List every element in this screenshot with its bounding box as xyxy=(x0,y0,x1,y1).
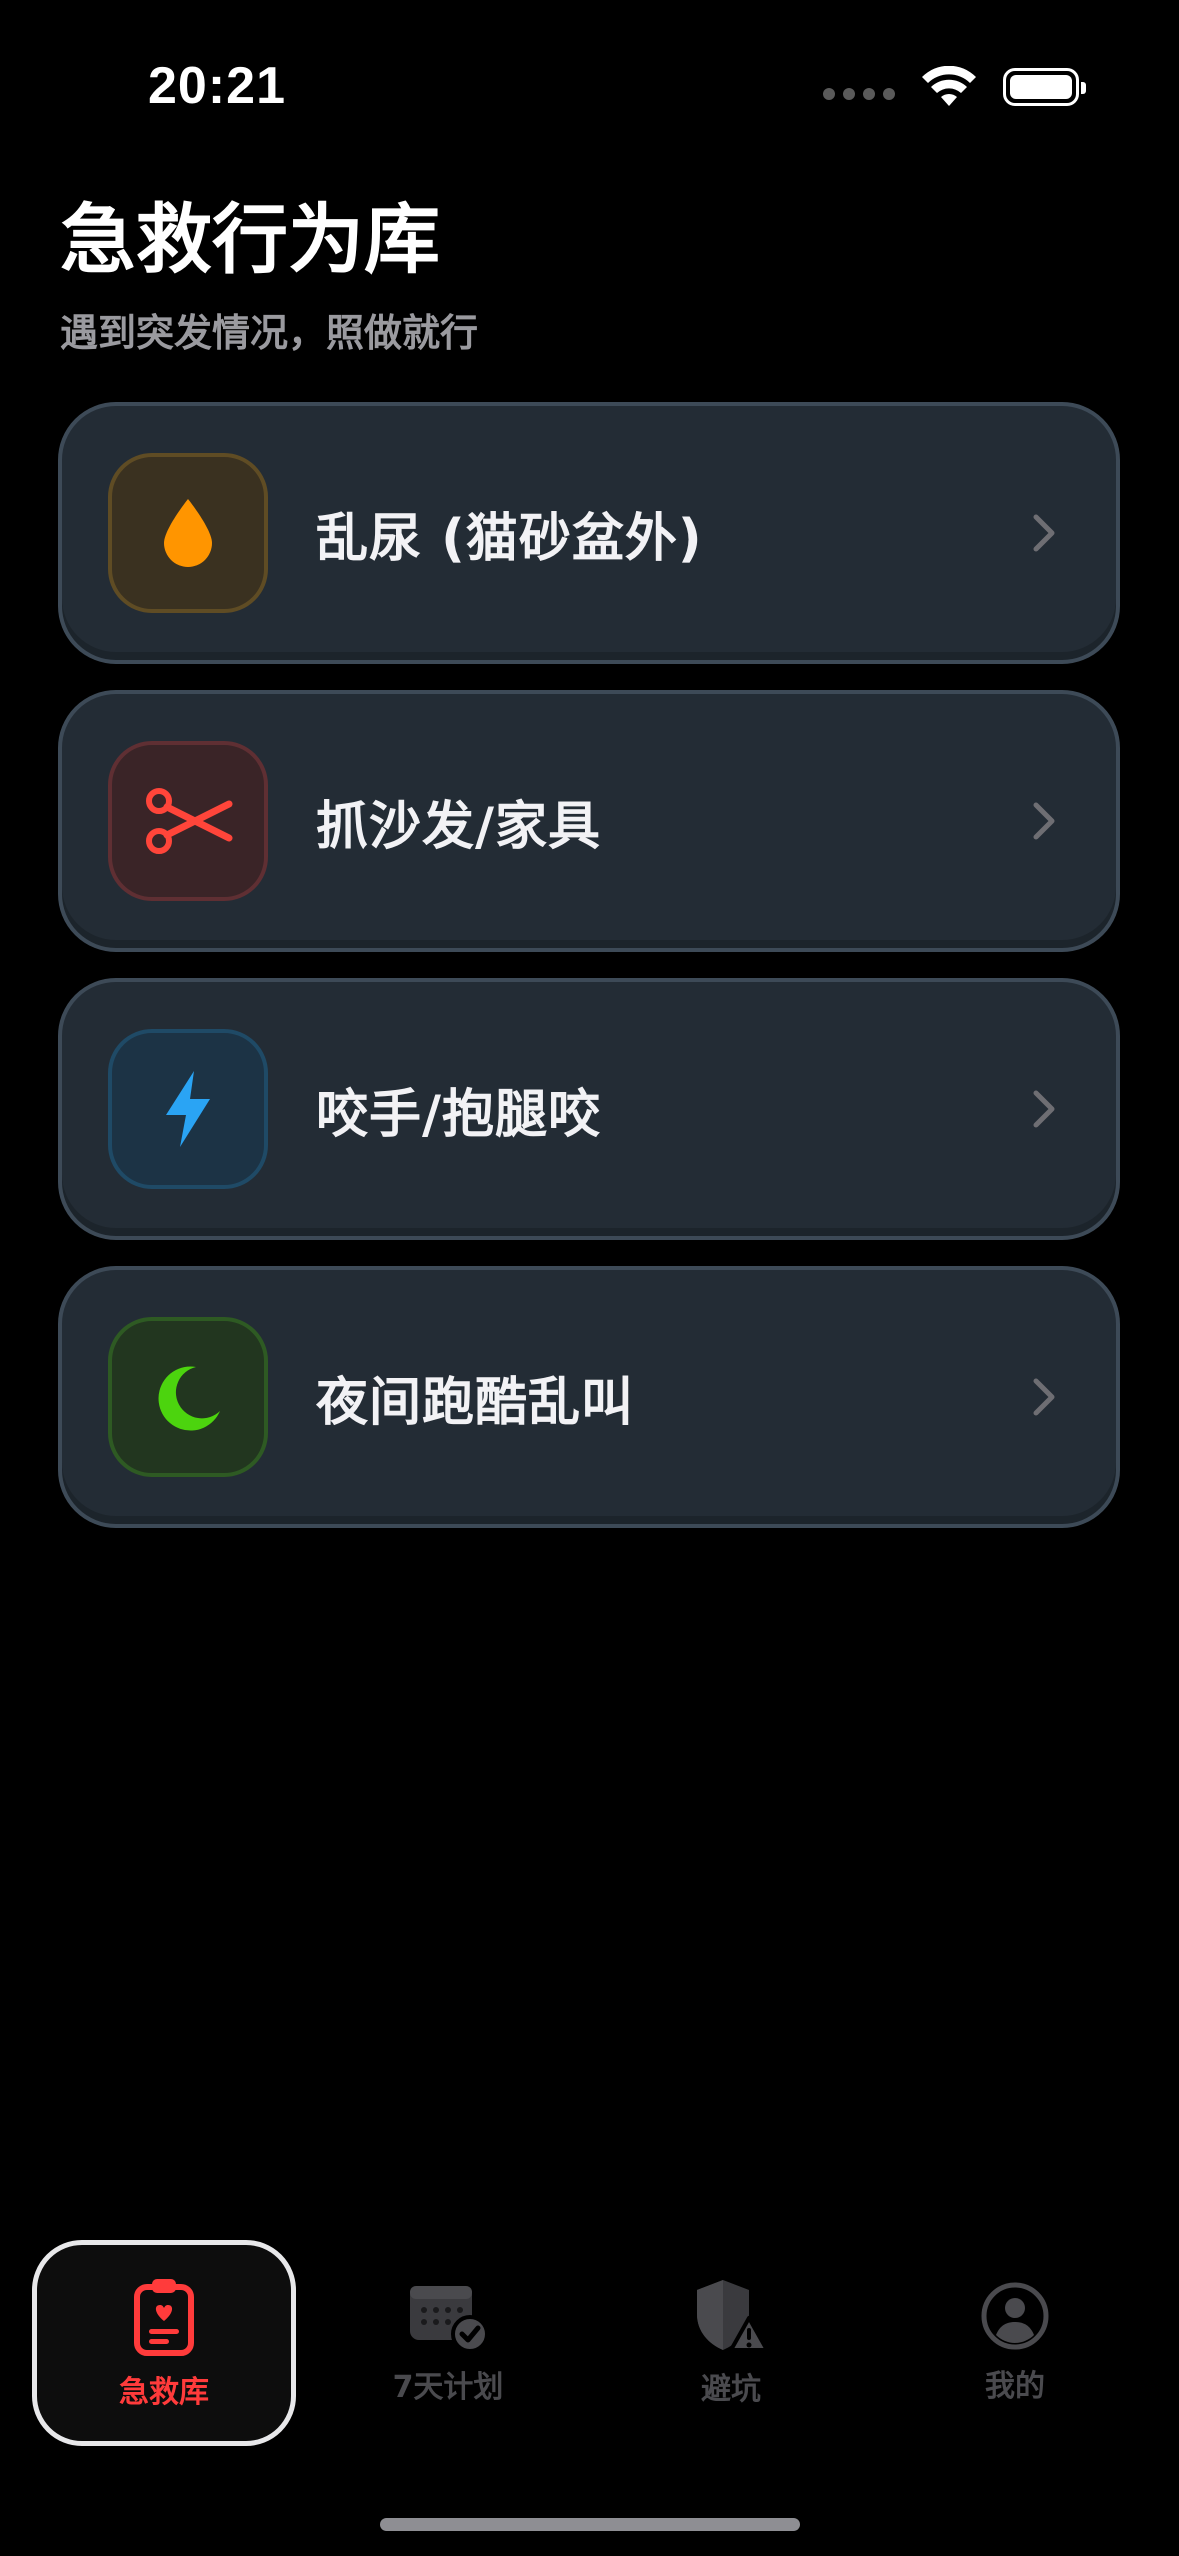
card-icon-tile xyxy=(108,1317,268,1477)
home-indicator[interactable] xyxy=(380,2518,800,2531)
tab-rescue-library[interactable]: 急救库 xyxy=(32,2240,296,2446)
tab-label: 我的 xyxy=(985,2369,1045,2404)
person-circle-icon xyxy=(981,2282,1049,2350)
behavior-card-night-zoomies[interactable]: 夜间跑酷乱叫 xyxy=(58,1266,1120,1528)
card-label: 夜间跑酷乱叫 xyxy=(316,1372,635,1433)
behavior-card-scratching[interactable]: 抓沙发/家具 xyxy=(58,690,1120,952)
chevron-right-icon xyxy=(1033,1090,1055,1128)
droplet-icon xyxy=(164,499,212,567)
behavior-card-urination[interactable]: 乱尿 (猫砂盆外) xyxy=(58,402,1120,664)
chevron-right-icon xyxy=(1033,802,1055,840)
chevron-right-icon xyxy=(1033,1378,1055,1416)
tab-pitfalls[interactable]: 避坑 xyxy=(599,2240,863,2446)
behavior-card-biting[interactable]: 咬手/抱腿咬 xyxy=(58,978,1120,1240)
status-indicators xyxy=(823,62,1086,112)
card-icon-tile xyxy=(108,453,268,613)
moon-icon xyxy=(158,1366,220,1431)
shield-warning-icon xyxy=(697,2280,769,2352)
cellular-signal-icon xyxy=(823,88,895,100)
card-icon-tile xyxy=(108,1029,268,1189)
card-label: 抓沙发/家具 xyxy=(316,796,601,857)
status-time: 20:21 xyxy=(148,57,286,115)
battery-icon xyxy=(1003,68,1086,106)
calendar-check-icon xyxy=(410,2286,488,2352)
tab-bar: 急救库 7天计划 避坑 我的 xyxy=(32,2240,1147,2446)
card-label: 咬手/抱腿咬 xyxy=(316,1084,601,1145)
chevron-right-icon xyxy=(1033,514,1055,552)
tab-label: 7天计划 xyxy=(392,2370,504,2405)
behavior-card-list: 乱尿 (猫砂盆外) 抓沙发/家具 咬手/抱腿咬 夜间跑酷乱叫 xyxy=(58,402,1120,1554)
tab-label: 避坑 xyxy=(701,2372,761,2407)
card-icon-tile xyxy=(108,741,268,901)
clipboard-heart-icon xyxy=(134,2279,194,2356)
wifi-icon xyxy=(922,66,976,106)
bolt-icon xyxy=(166,1071,210,1147)
tab-7-day-plan[interactable]: 7天计划 xyxy=(316,2240,580,2446)
scissors-icon xyxy=(146,788,233,854)
page-title: 急救行为库 xyxy=(60,195,440,284)
page-subtitle: 遇到突发情况，照做就行 xyxy=(60,311,479,355)
card-label: 乱尿 (猫砂盆外) xyxy=(316,508,703,569)
tab-profile[interactable]: 我的 xyxy=(883,2240,1147,2446)
tab-label: 急救库 xyxy=(119,2375,209,2410)
